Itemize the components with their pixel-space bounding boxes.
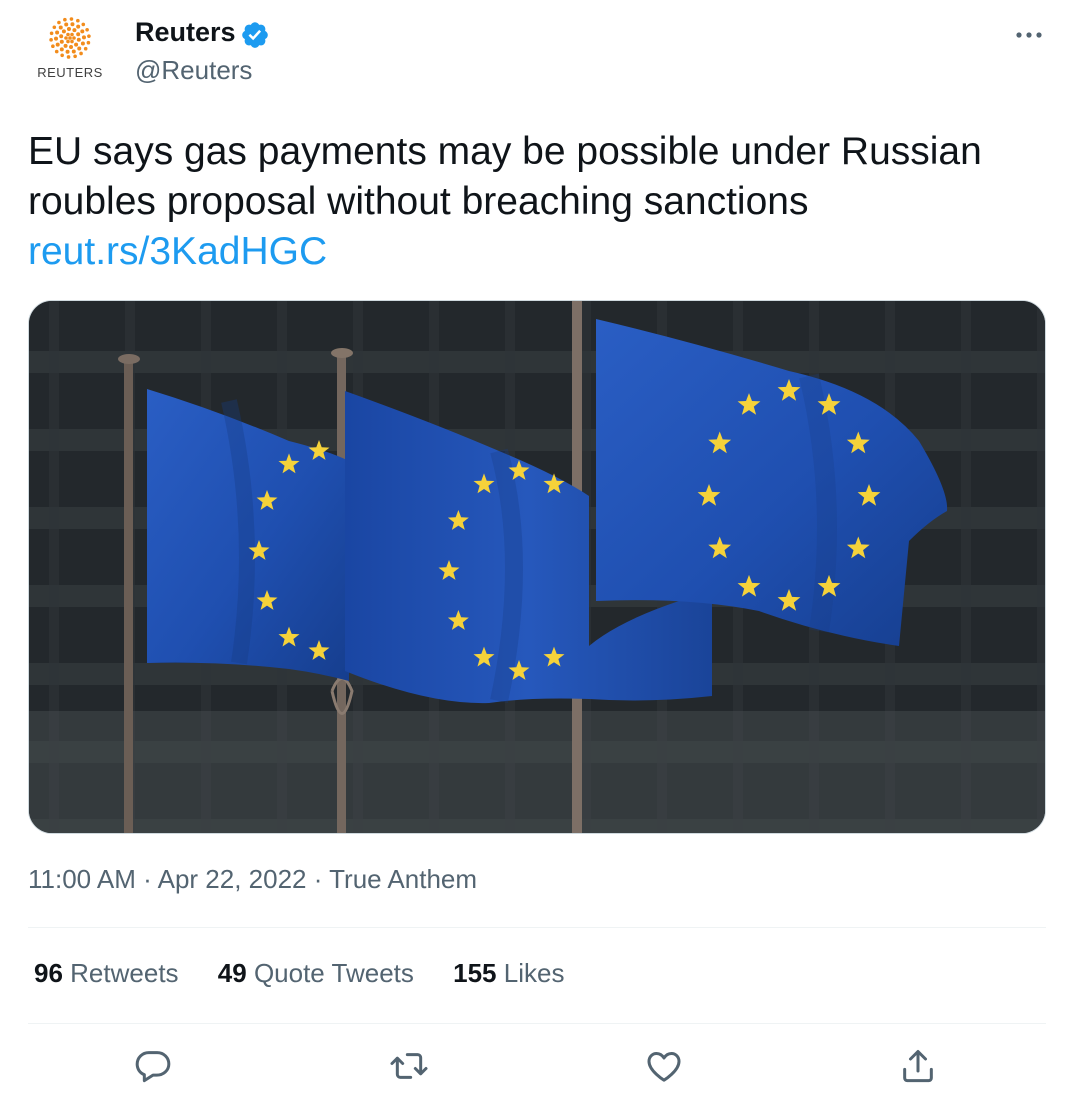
share-icon[interactable]	[898, 1046, 938, 1086]
author-name[interactable]: Reuters	[135, 17, 236, 48]
tweet-text: EU says gas payments may be possible und…	[28, 127, 1038, 277]
tweet-link[interactable]: reut.rs/3KadHGC	[28, 227, 1038, 277]
verified-badge-icon	[242, 22, 268, 48]
retweets-count: 96	[34, 958, 63, 988]
retweet-icon[interactable]	[389, 1046, 429, 1086]
retweets-stat[interactable]: 96 Retweets	[34, 958, 179, 988]
tweet-photo[interactable]	[28, 300, 1046, 834]
tweet-body: EU says gas payments may be possible und…	[28, 130, 982, 223]
reply-icon[interactable]	[133, 1046, 173, 1086]
likes-stat[interactable]: 155 Likes	[453, 958, 564, 988]
more-options-icon[interactable]	[1012, 22, 1046, 48]
tweet-meta: 11:00 AM · Apr 22, 2022 · True Anthem	[28, 864, 477, 895]
likes-count: 155	[453, 958, 497, 988]
tweet-time[interactable]: 11:00 AM	[28, 864, 136, 894]
eu-flags-photo	[29, 301, 1045, 833]
avatar[interactable]: REUTERS	[30, 12, 110, 92]
avatar-label: REUTERS	[37, 65, 103, 80]
quote-tweets-stat[interactable]: 49 Quote Tweets	[218, 958, 414, 988]
divider	[28, 1023, 1046, 1024]
retweets-label: Retweets	[70, 958, 179, 988]
meta-separator: ·	[135, 864, 158, 894]
author-handle[interactable]: @Reuters	[135, 55, 252, 86]
tweet-source[interactable]: True Anthem	[329, 864, 477, 894]
like-icon[interactable]	[644, 1046, 684, 1086]
tweet-stats: 96 Retweets 49 Quote Tweets 155 Likes	[34, 958, 596, 989]
reuters-logo-icon	[49, 17, 91, 59]
quotes-label: Quote Tweets	[253, 958, 414, 988]
flagpole	[124, 359, 133, 833]
likes-label: Likes	[503, 958, 565, 988]
divider	[28, 927, 1046, 928]
flagpole-top	[118, 354, 140, 364]
tweet-detail: REUTERS Reuters @Reuters EU says gas pay…	[0, 0, 1080, 1094]
flagpole-top	[331, 348, 353, 358]
tweet-date[interactable]: Apr 22, 2022	[158, 864, 307, 894]
meta-separator: ·	[306, 864, 330, 894]
quotes-count: 49	[217, 958, 247, 988]
